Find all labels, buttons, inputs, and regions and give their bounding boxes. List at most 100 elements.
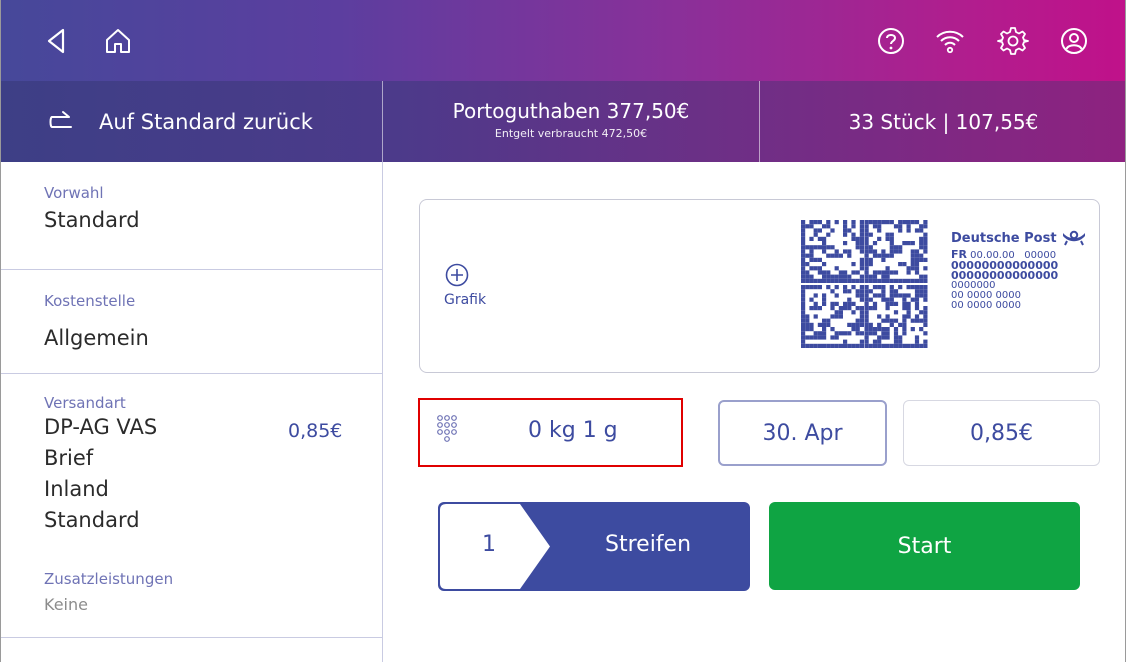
start-button[interactable]: Start xyxy=(769,502,1080,590)
matrix-module xyxy=(902,343,907,348)
matrix-module xyxy=(801,285,806,290)
matrix-module xyxy=(809,327,814,332)
matrix-module xyxy=(889,245,894,250)
matrix-module xyxy=(906,285,911,290)
matrix-module xyxy=(868,297,873,302)
matrix-module xyxy=(859,310,864,315)
matrix-module xyxy=(859,314,864,319)
matrix-module xyxy=(843,232,848,237)
matrix-module xyxy=(906,306,911,311)
matrix-module xyxy=(902,262,907,267)
matrix-module xyxy=(822,262,827,267)
matrix-module xyxy=(910,253,915,258)
matrix-module xyxy=(881,249,886,254)
matrix-module xyxy=(855,318,860,323)
matrix-module xyxy=(906,310,911,315)
postage-imprint: Deutsche Post FR 00.00.00 00000 00000000… xyxy=(951,230,1091,311)
status-band: Auf Standard zurück Portoguthaben 377,50… xyxy=(1,81,1125,162)
matrix-module xyxy=(906,266,911,271)
account-icon[interactable] xyxy=(1058,25,1090,57)
postage-balance[interactable]: Portoguthaben 377,50€ Entgelt verbraucht… xyxy=(383,81,759,162)
matrix-module xyxy=(864,310,869,315)
matrix-module xyxy=(847,289,852,294)
matrix-module xyxy=(847,343,852,348)
settings-icon[interactable] xyxy=(997,25,1029,57)
matrix-module xyxy=(881,297,886,302)
matrix-module xyxy=(801,301,806,306)
matrix-module xyxy=(906,301,911,306)
preset-section[interactable]: Vorwahl Standard xyxy=(1,162,382,270)
matrix-module xyxy=(859,220,864,225)
matrix-module xyxy=(910,220,915,225)
matrix-module xyxy=(872,301,878,306)
home-icon[interactable] xyxy=(102,25,134,57)
matrix-module xyxy=(813,278,818,283)
matrix-module xyxy=(902,306,907,311)
matrix-module xyxy=(868,245,873,250)
matrix-module xyxy=(919,245,924,250)
wifi-icon[interactable] xyxy=(934,25,966,57)
matrix-module xyxy=(834,335,839,340)
matrix-module xyxy=(801,262,806,267)
postage-value-button[interactable]: 0,85€ xyxy=(903,400,1100,466)
imprint-line: 00 0000 0000 xyxy=(951,300,1021,311)
brand-name: Deutsche Post xyxy=(951,230,1057,246)
matrix-module xyxy=(923,274,928,279)
matrix-module xyxy=(801,224,806,229)
matrix-module xyxy=(902,297,907,302)
matrix-module xyxy=(822,274,827,279)
matrix-module xyxy=(817,278,822,283)
top-bar xyxy=(1,0,1125,81)
matrix-module xyxy=(877,236,882,241)
matrix-module xyxy=(834,285,839,290)
matrix-module xyxy=(906,343,911,348)
matrix-module xyxy=(893,224,899,229)
graphic-label[interactable]: Grafik xyxy=(444,292,486,308)
matrix-module xyxy=(881,274,886,279)
matrix-module xyxy=(838,274,843,279)
matrix-module xyxy=(893,327,899,332)
matrix-module xyxy=(801,228,806,233)
matrix-module xyxy=(864,322,869,327)
matrix-module xyxy=(889,322,894,327)
piece-counter[interactable]: 33 Stück | 107,55€ xyxy=(760,81,1125,162)
matrix-module xyxy=(859,343,864,348)
date-button[interactable]: 30. Apr xyxy=(718,400,887,466)
matrix-module xyxy=(864,343,869,348)
matrix-module xyxy=(877,270,882,275)
matrix-module xyxy=(923,343,928,348)
matrix-module xyxy=(843,289,848,294)
matrix-module xyxy=(813,335,818,340)
back-icon[interactable] xyxy=(41,25,73,57)
add-graphic-icon[interactable] xyxy=(444,262,470,288)
matrix-module xyxy=(813,331,818,336)
matrix-module xyxy=(877,327,882,332)
matrix-module xyxy=(893,278,899,283)
matrix-module xyxy=(919,327,924,332)
matrix-module xyxy=(805,274,810,279)
help-icon[interactable] xyxy=(875,25,907,57)
matrix-module xyxy=(809,220,814,225)
matrix-module xyxy=(889,301,894,306)
matrix-module xyxy=(801,274,806,279)
matrix-module xyxy=(889,343,894,348)
matrix-module xyxy=(843,228,848,233)
matrix-module xyxy=(826,253,831,258)
matrix-module xyxy=(847,274,852,279)
matrix-module xyxy=(801,241,806,246)
reset-to-default-button[interactable]: Auf Standard zurück xyxy=(1,81,382,162)
strip-count-button[interactable]: 1 Streifen xyxy=(438,502,750,591)
matrix-module xyxy=(889,297,894,302)
matrix-module xyxy=(843,285,848,290)
shipping-price: 0,85€ xyxy=(288,420,343,442)
matrix-module xyxy=(893,343,899,348)
matrix-module xyxy=(817,266,822,271)
matrix-module xyxy=(826,274,831,279)
matrix-module xyxy=(851,224,856,229)
balance-value: Portoguthaben 377,50€ xyxy=(452,99,690,123)
weight-field[interactable]: 0 kg 1 g xyxy=(418,398,683,467)
shipping-method-section[interactable]: Versandart 0,85€ DP-AG VAS Brief Inland … xyxy=(1,374,382,638)
matrix-module xyxy=(864,335,869,340)
cost-center-section[interactable]: Kostenstelle Allgemein xyxy=(1,270,382,374)
matrix-module xyxy=(923,285,928,290)
